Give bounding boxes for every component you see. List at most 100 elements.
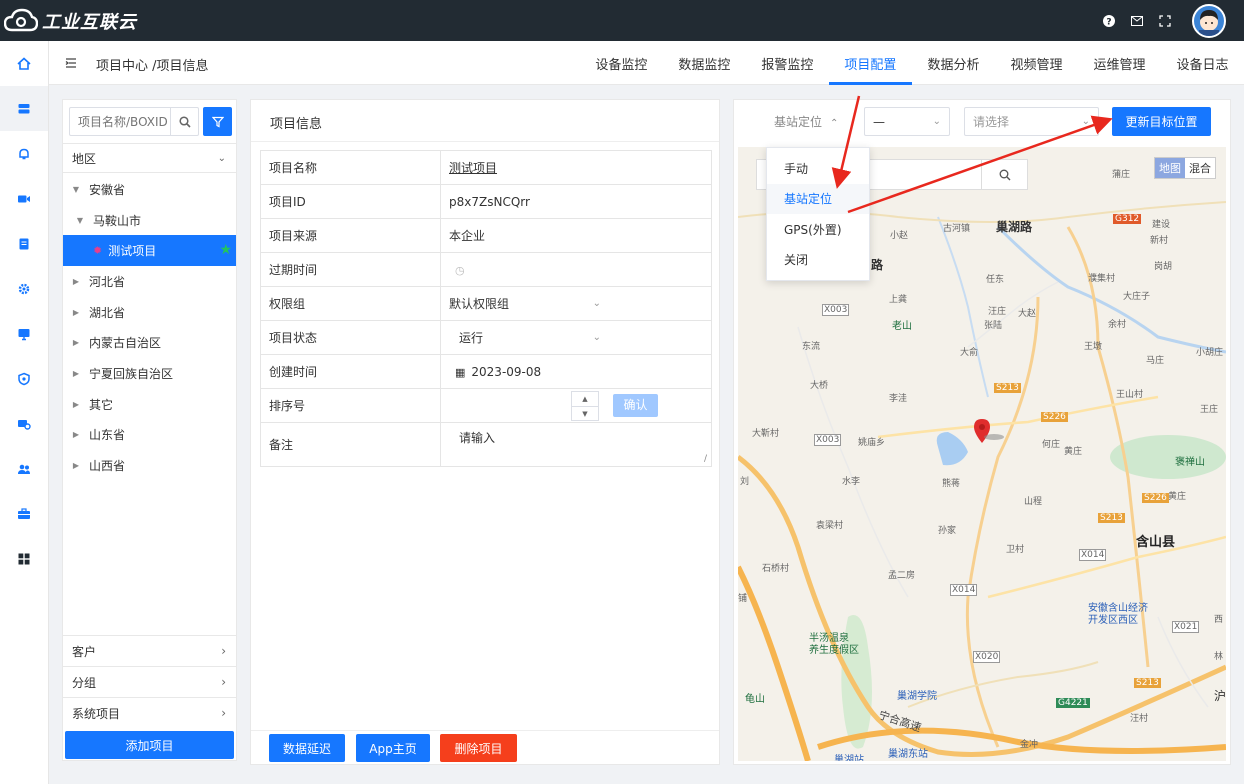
tab-data-monitor[interactable]: 数据监控 — [663, 41, 746, 85]
chevron-down-icon: ⌄ — [217, 152, 226, 164]
tree-node-test-project[interactable]: ✹ 测试项目 ★ — [63, 235, 236, 267]
logo[interactable]: 工业互联云 — [4, 6, 137, 36]
fullscreen-icon[interactable] — [1158, 14, 1172, 28]
search-button[interactable] — [981, 160, 1027, 189]
region-section-header[interactable]: 地区 ⌄ — [63, 143, 236, 173]
update-target-position-button[interactable]: 更新目标位置 — [1112, 107, 1211, 136]
tab-device-monitor[interactable]: 设备监控 — [580, 41, 663, 85]
tree-node-maanshan[interactable]: ▼ 马鞍山市 — [63, 205, 236, 236]
form-row-id: 项目ID p8x7ZsNCQrr — [260, 184, 712, 219]
tree-node-ningxia[interactable]: ▶ 宁夏回族自治区 — [63, 358, 236, 389]
filter-button[interactable] — [203, 107, 232, 136]
nav-settings[interactable] — [0, 266, 48, 311]
menu-collapse-icon[interactable] — [65, 57, 77, 69]
nav-apps[interactable] — [0, 536, 48, 581]
divider — [251, 141, 719, 142]
tree-node-hubei[interactable]: ▶ 湖北省 — [63, 297, 236, 328]
form-row-status: 项目状态 运行 ⌄ — [260, 320, 712, 355]
tab-device-log[interactable]: 设备日志 — [1161, 41, 1244, 85]
nav-security[interactable] — [0, 356, 48, 401]
tab-alarm-monitor[interactable]: 报警监控 — [746, 41, 829, 85]
nav-users[interactable] — [0, 446, 48, 491]
svg-text:?: ? — [1106, 17, 1111, 27]
map-marker-icon[interactable] — [974, 419, 990, 443]
project-info-form: 项目名称 测试项目 项目ID p8x7ZsNCQrr 项目来源 本企业 过期时间… — [260, 150, 712, 467]
shield-icon — [18, 372, 30, 385]
permission-select[interactable]: 默认权限组 ⌄ — [440, 286, 712, 321]
user-avatar[interactable] — [1192, 3, 1226, 38]
nav-video[interactable] — [0, 176, 48, 221]
caret-right-icon: ▶ — [72, 399, 80, 409]
device-select[interactable]: — ⌄ — [864, 107, 950, 136]
nav-toolbox[interactable] — [0, 491, 48, 536]
project-search-input[interactable] — [70, 108, 170, 135]
status-select[interactable]: 运行 ⌄ — [440, 320, 712, 355]
map-type-hybrid[interactable]: 混合 — [1185, 158, 1215, 178]
divider — [251, 730, 719, 731]
created-date: ▦ 2023-09-08 — [440, 354, 712, 389]
form-row-name: 项目名称 测试项目 — [260, 150, 712, 185]
field-label: 创建时间 — [260, 354, 441, 389]
chevron-down-icon[interactable]: ▼ — [572, 405, 598, 421]
search-icon — [178, 115, 191, 128]
tab-video-management[interactable]: 视频管理 — [995, 41, 1078, 85]
option-gps-external[interactable]: GPS(外置) — [767, 214, 869, 245]
nav-home[interactable] — [0, 41, 48, 86]
field-label: 项目状态 — [260, 320, 441, 355]
field-label: 过期时间 — [260, 252, 441, 287]
tree-node-shandong[interactable]: ▶ 山东省 — [63, 420, 236, 451]
tree-node-neimenggu[interactable]: ▶ 内蒙古自治区 — [63, 327, 236, 358]
tab-data-analysis[interactable]: 数据分析 — [912, 41, 995, 85]
field-label: 项目来源 — [260, 218, 441, 253]
sort-order-stepper[interactable]: ▲ ▼ — [571, 390, 599, 421]
nav-document[interactable] — [0, 221, 48, 266]
accordion-system-projects[interactable]: 系统项目 › — [63, 697, 236, 728]
chevron-down-icon: ⌄ — [592, 298, 601, 309]
field-label: 项目名称 — [260, 150, 441, 185]
tab-project-config[interactable]: 项目配置 — [828, 41, 912, 85]
map-type-map[interactable]: 地图 — [1155, 158, 1185, 178]
remark-textarea[interactable]: 请输入 ∕ — [440, 422, 712, 467]
app-home-button[interactable]: App主页 — [356, 734, 430, 762]
tree-node-anhui[interactable]: ▼ 安徽省 — [63, 174, 236, 205]
chevron-up-icon[interactable]: ▲ — [572, 392, 598, 406]
target-select[interactable]: 请选择 ⌄ — [964, 107, 1099, 136]
star-icon[interactable]: ★ — [219, 242, 232, 258]
chevron-down-icon: ⌄ — [1081, 116, 1090, 127]
option-off[interactable]: 关闭 — [767, 245, 869, 276]
tab-ops-management[interactable]: 运维管理 — [1078, 41, 1161, 85]
nav-alarm[interactable] — [0, 131, 48, 176]
tree-node-other[interactable]: ▶ 其它 — [63, 389, 236, 420]
chevron-up-icon: ⌃ — [830, 118, 839, 129]
project-search — [69, 107, 199, 136]
device-gear-icon — [18, 419, 31, 430]
accordion-customers[interactable]: 客户 › — [63, 635, 236, 666]
nav-device-config[interactable] — [0, 401, 48, 446]
delete-project-button[interactable]: 删除项目 — [440, 734, 517, 762]
accordion-groups[interactable]: 分组 › — [63, 666, 236, 697]
locate-mode-select[interactable]: 基站定位 ⌃ — [774, 113, 838, 130]
nav-project[interactable] — [0, 86, 48, 131]
tree-node-hebei[interactable]: ▶ 河北省 — [63, 266, 236, 297]
nav-monitor[interactable] — [0, 311, 48, 356]
confirm-button[interactable]: 确认 — [613, 394, 658, 417]
add-project-button[interactable]: 添加项目 — [65, 731, 234, 759]
help-icon[interactable]: ? — [1102, 14, 1116, 28]
project-name-value[interactable]: 测试项目 — [449, 161, 497, 175]
resize-handle-icon[interactable]: ∕ — [704, 454, 707, 464]
field-label: 排序号 — [260, 388, 441, 423]
expire-date-picker[interactable]: ◷ — [440, 252, 712, 287]
gear-icon — [18, 283, 30, 294]
calendar-icon: ▦ — [455, 365, 466, 379]
locate-mode-dropdown: 手动 基站定位 GPS(外置) 关闭 — [766, 147, 870, 281]
mail-icon[interactable] — [1130, 14, 1144, 28]
home-icon — [17, 56, 31, 70]
data-delay-button[interactable]: 数据延迟 — [269, 734, 345, 762]
tree-node-shanxi[interactable]: ▶ 山西省 — [63, 450, 236, 481]
search-button[interactable] — [170, 108, 198, 135]
side-nav — [0, 41, 49, 784]
filter-icon — [211, 116, 224, 127]
option-base-station[interactable]: 基站定位 — [767, 183, 869, 214]
option-manual[interactable]: 手动 — [767, 153, 869, 184]
field-label: 项目ID — [260, 184, 441, 219]
